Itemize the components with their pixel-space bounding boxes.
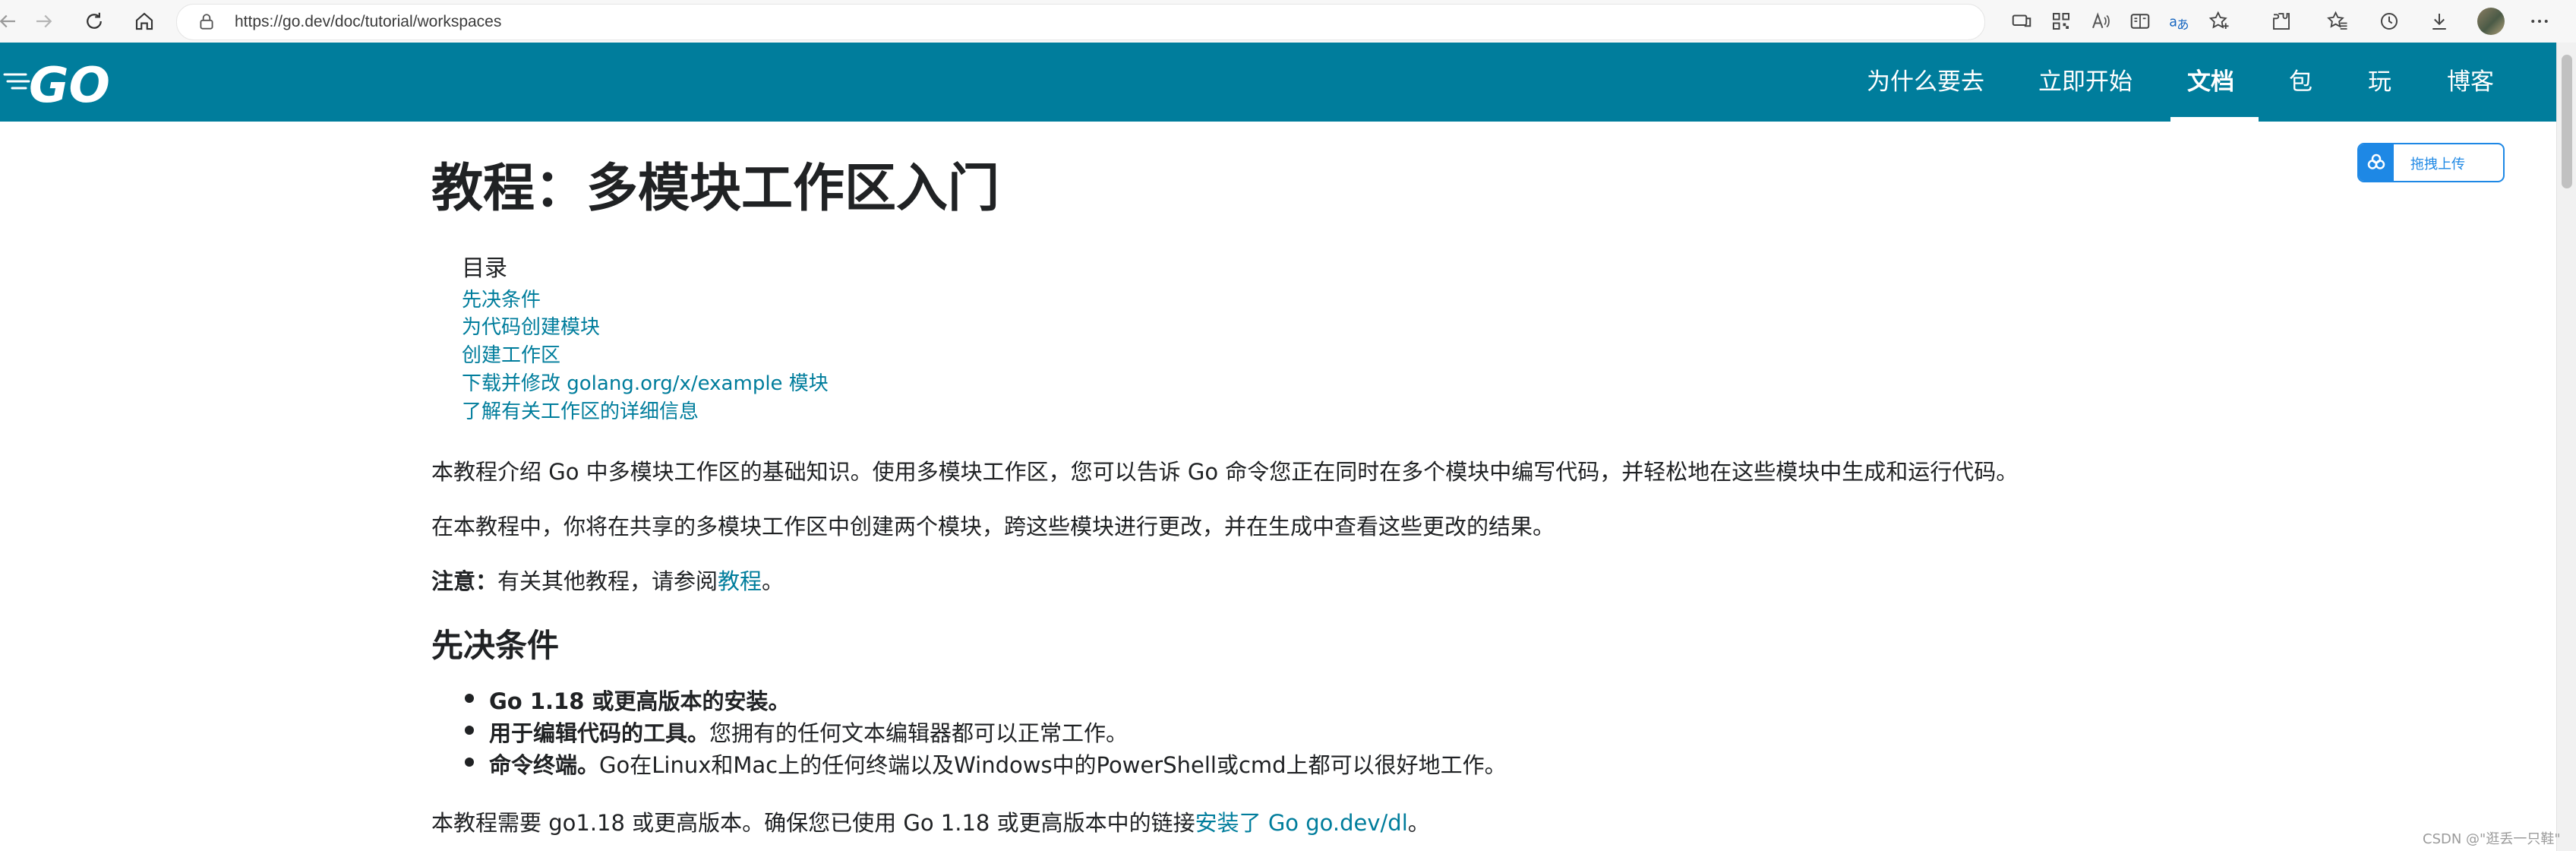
immersive-reader-icon[interactable]	[2123, 5, 2157, 38]
address-bar[interactable]: https://go.dev/doc/tutorial/workspaces	[176, 4, 1985, 40]
extensions-icon[interactable]	[2265, 5, 2298, 38]
requirement-text: 本教程需要 go1.18 或更高版本。确保您已使用 Go 1.18 或更高版本中…	[431, 810, 1195, 836]
scrollbar-thumb[interactable]	[2562, 55, 2572, 188]
intro-paragraph-2: 在本教程中，你将在共享的多模块工作区中创建两个模块，跨这些模块进行更改，并在生成…	[431, 514, 1555, 539]
requirement-end: 。	[1407, 810, 1430, 836]
home-icon[interactable]	[128, 5, 161, 38]
prereq-item-editor: 用于编辑代码的工具。您拥有的任何文本编辑器都可以正常工作。	[489, 716, 1128, 748]
bullet-marker	[465, 726, 474, 735]
nav-blog[interactable]: 博客	[2447, 65, 2494, 99]
logo-text: GO	[29, 58, 110, 106]
qr-code-icon[interactable]	[2044, 5, 2078, 38]
prereq-item-text: Go在Linux和Mac上的任何终端以及Windows中的PowerShell或…	[599, 752, 1507, 778]
read-aloud-icon[interactable]	[2084, 5, 2117, 38]
prereq-item-bold: Go 1.18 或更高版本的安装。	[489, 688, 791, 714]
lock-icon[interactable]	[197, 12, 216, 32]
csdn-watermark: CSDN @"逛丢一只鞋"	[2423, 831, 2561, 847]
favorite-add-icon[interactable]	[2202, 5, 2236, 38]
prereq-item-bold: 命令终端。	[489, 752, 600, 778]
bullet-marker	[465, 694, 474, 703]
requirement-paragraph: 本教程需要 go1.18 或更高版本。确保您已使用 Go 1.18 或更高版本中…	[431, 805, 1430, 837]
page-title: 教程：多模块工作区入门	[431, 159, 1000, 219]
tutorials-link[interactable]: 教程	[718, 568, 762, 594]
note-paragraph: 注意：有关其他教程，请参阅教程。	[431, 564, 784, 596]
history-icon[interactable]	[2372, 5, 2406, 38]
intro-paragraph: 本教程介绍 Go 中多模块工作区的基础知识。使用多模块工作区，您可以告诉 Go …	[431, 459, 2019, 485]
site-header: GO 为什么要去 立即开始 文档 包 玩 博客	[0, 43, 2556, 122]
toc-title: 目录	[462, 255, 507, 282]
svg-text:あ: あ	[2177, 17, 2189, 32]
prerequisites-heading: 先决条件	[431, 627, 560, 664]
prereq-item-go-version: Go 1.18 或更高版本的安装。	[489, 684, 790, 716]
nav-play[interactable]: 玩	[2368, 65, 2391, 99]
cloud-upload-icon	[2359, 144, 2394, 181]
install-go-link[interactable]: 安装了 Go go.dev/dl	[1195, 810, 1408, 836]
toc-link-learn-more[interactable]: 了解有关工作区的详细信息	[462, 396, 699, 424]
profile-avatar[interactable]	[2477, 8, 2505, 35]
drag-upload-widget[interactable]: 拖拽上传	[2357, 143, 2505, 182]
browser-toolbar: https://go.dev/doc/tutorial/workspaces a…	[0, 0, 2576, 43]
refresh-icon[interactable]	[77, 5, 111, 38]
nav-get-started[interactable]: 立即开始	[2038, 65, 2132, 99]
nav-docs[interactable]: 文档	[2187, 65, 2234, 99]
nav-packages[interactable]: 包	[2289, 65, 2312, 99]
url-text[interactable]: https://go.dev/doc/tutorial/workspaces	[235, 13, 501, 31]
upload-label: 拖拽上传	[2410, 157, 2465, 172]
note-text: 有关其他教程，请参阅	[497, 568, 718, 594]
toc-link-prerequisites[interactable]: 先决条件	[462, 284, 541, 312]
bullet-marker	[465, 758, 474, 767]
go-logo[interactable]: GO	[3, 58, 117, 106]
translate-icon[interactable]: aあ	[2163, 5, 2196, 38]
nav-active-indicator	[2170, 117, 2259, 122]
nav-why-go[interactable]: 为什么要去	[1867, 65, 1984, 99]
prereq-item-bold: 用于编辑代码的工具。	[489, 720, 710, 746]
toc-link-create-workspace[interactable]: 创建工作区	[462, 340, 560, 368]
back-icon[interactable]	[0, 5, 24, 38]
prereq-item-terminal: 命令终端。Go在Linux和Mac上的任何终端以及Windows中的PowerS…	[489, 748, 1507, 780]
note-end: 。	[762, 568, 784, 594]
forward-icon[interactable]	[27, 5, 61, 38]
toc-link-download-example[interactable]: 下载并修改 golang.org/x/example 模块	[462, 368, 829, 396]
note-label: 注意：	[431, 568, 498, 594]
collections-icon[interactable]	[2005, 5, 2038, 38]
prereq-item-text: 您拥有的任何文本编辑器都可以正常工作。	[709, 720, 1129, 746]
toc-link-create-module[interactable]: 为代码创建模块	[462, 312, 600, 340]
page-scrollbar[interactable]	[2556, 43, 2576, 851]
favorites-icon[interactable]	[2321, 5, 2354, 38]
more-icon[interactable]	[2523, 5, 2556, 38]
downloads-icon[interactable]	[2423, 5, 2456, 38]
